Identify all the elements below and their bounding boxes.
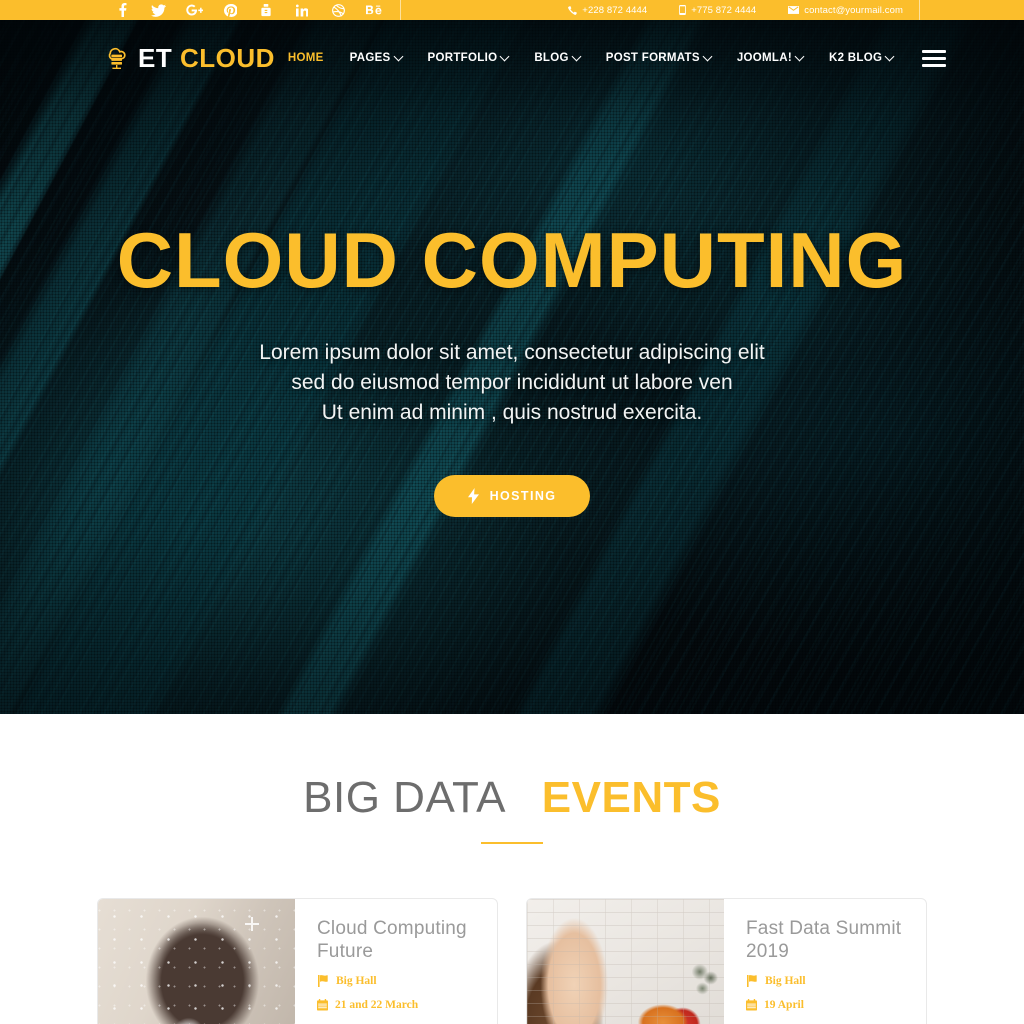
chevron-down-icon: [794, 51, 805, 61]
logo-text-secondary: CLOUD: [179, 43, 275, 73]
event-card-venue-text: Big Hall: [765, 975, 806, 988]
event-card-venue: Big Hall: [746, 975, 906, 988]
google-plus-icon[interactable]: [176, 0, 212, 20]
network-dots-overlay: [98, 899, 295, 1024]
hosting-button[interactable]: HOSTING: [433, 475, 591, 518]
pinterest-icon[interactable]: [212, 0, 248, 20]
logo-text-primary: ET: [138, 43, 173, 73]
nav-item-blog[interactable]: BLOG: [521, 51, 592, 64]
plant-shape: [692, 962, 718, 1007]
youtube-icon[interactable]: [248, 0, 284, 20]
event-card-date: 21 and 22 March: [317, 999, 477, 1011]
events-card-list: Cloud Computing Future Big Hall 21 and 2…: [0, 898, 1024, 1024]
topbar-divider: [400, 0, 401, 20]
chevron-down-icon: [884, 51, 895, 61]
flag-icon: [317, 975, 329, 988]
nav-item-joomla[interactable]: JOOMLA!: [724, 51, 816, 64]
top-bar: +228 872 4444 +775 872 4444 contact@your…: [0, 0, 1024, 20]
hero-subtitle-line-2: sed do eiusmod tempor incididunt ut labo…: [291, 370, 733, 394]
event-card-title: Cloud Computing Future: [317, 918, 467, 963]
hero-subtitle-line-1: Lorem ipsum dolor sit amet, consectetur …: [259, 340, 765, 364]
section-title-underline: [481, 842, 543, 844]
event-card-venue-text: Big Hall: [336, 975, 377, 988]
event-card-body: Cloud Computing Future Big Hall 21 and 2…: [295, 899, 497, 1024]
nav-label-joomla: JOOMLA!: [736, 52, 792, 64]
nav-label-post-formats: POST FORMATS: [605, 52, 700, 64]
nav-item-pages[interactable]: PAGES: [337, 51, 415, 64]
hero-section: ET CLOUD HOME PAGES PORTFOLIO BLOG POST …: [0, 20, 1024, 714]
nav-item-k2-blog[interactable]: K2 BLOG: [816, 51, 906, 64]
social-links: [104, 0, 401, 20]
chevron-down-icon: [571, 51, 582, 61]
hero-subtitle: Lorem ipsum dolor sit amet, consectetur …: [0, 338, 1024, 427]
twitter-icon[interactable]: [140, 0, 176, 20]
nav-item-portfolio[interactable]: PORTFOLIO: [415, 51, 522, 64]
calendar-icon: [746, 999, 757, 1011]
nav-label-home: HOME: [287, 52, 324, 64]
events-title-light: BIG DATA: [303, 773, 504, 822]
site-header: ET CLOUD HOME PAGES PORTFOLIO BLOG POST …: [0, 20, 1024, 96]
cloud-server-icon: [104, 45, 130, 71]
nav-label-portfolio: PORTFOLIO: [427, 52, 498, 64]
behance-icon[interactable]: [356, 0, 392, 20]
topbar-end-divider: [919, 0, 920, 20]
contact-email[interactable]: contact@yourmail.com: [772, 5, 919, 16]
contact-mobile-text: +775 872 4444: [691, 4, 757, 16]
contact-info: +228 872 4444 +775 872 4444 contact@your…: [552, 0, 1024, 20]
hero-subtitle-line-3: Ut enim ad minim , quis nostrud exercita…: [321, 400, 703, 424]
contact-mobile[interactable]: +775 872 4444: [663, 5, 772, 16]
event-card-date-text: 21 and 22 March: [335, 999, 419, 1012]
hero-title: CLOUD COMPUTING: [116, 216, 908, 304]
event-card[interactable]: Cloud Computing Future Big Hall 21 and 2…: [97, 898, 498, 1024]
event-card-date-text: 19 April: [764, 999, 804, 1012]
nav-label-k2-blog: K2 BLOG: [828, 52, 883, 64]
linkedin-icon[interactable]: [284, 0, 320, 20]
events-section: BIG DATA EVENTS Cloud Computing Future B…: [0, 714, 1024, 1024]
event-card-date: 19 April: [746, 999, 906, 1011]
event-card-image: [98, 899, 295, 1024]
chevron-down-icon: [499, 51, 510, 61]
events-title-accent: EVENTS: [541, 773, 721, 822]
facebook-icon[interactable]: [104, 0, 140, 20]
contact-phone-text: +228 872 4444: [582, 4, 648, 16]
nav-item-home[interactable]: HOME: [275, 52, 337, 64]
event-card-title: Fast Data Summit 2019: [746, 918, 902, 963]
main-navigation: HOME PAGES PORTFOLIO BLOG POST FORMATS J…: [275, 49, 947, 67]
event-card-image: [527, 899, 724, 1024]
event-card-venue: Big Hall: [317, 975, 477, 988]
events-section-title: BIG DATA EVENTS: [0, 776, 1024, 820]
hosting-button-label: HOSTING: [489, 489, 557, 504]
plus-icon: [245, 917, 259, 931]
site-logo[interactable]: ET CLOUD: [104, 45, 275, 71]
nav-item-post-formats[interactable]: POST FORMATS: [593, 51, 724, 64]
event-card-body: Fast Data Summit 2019 Big Hall 19 April …: [724, 899, 926, 1024]
nav-label-blog: BLOG: [534, 52, 569, 64]
contact-phone[interactable]: +228 872 4444: [552, 5, 663, 16]
nav-label-pages: PAGES: [349, 52, 391, 64]
bolt-icon: [467, 488, 479, 505]
dribbble-icon[interactable]: [320, 0, 356, 20]
hamburger-menu-icon[interactable]: [922, 49, 947, 67]
contact-email-text: contact@yourmail.com: [804, 4, 903, 16]
calendar-icon: [317, 999, 328, 1011]
event-card[interactable]: Fast Data Summit 2019 Big Hall 19 April …: [526, 898, 927, 1024]
chevron-down-icon: [393, 51, 403, 61]
flag-icon: [746, 975, 758, 988]
hero-content: CLOUD COMPUTING Lorem ipsum dolor sit am…: [0, 96, 1024, 518]
chevron-down-icon: [702, 51, 713, 61]
